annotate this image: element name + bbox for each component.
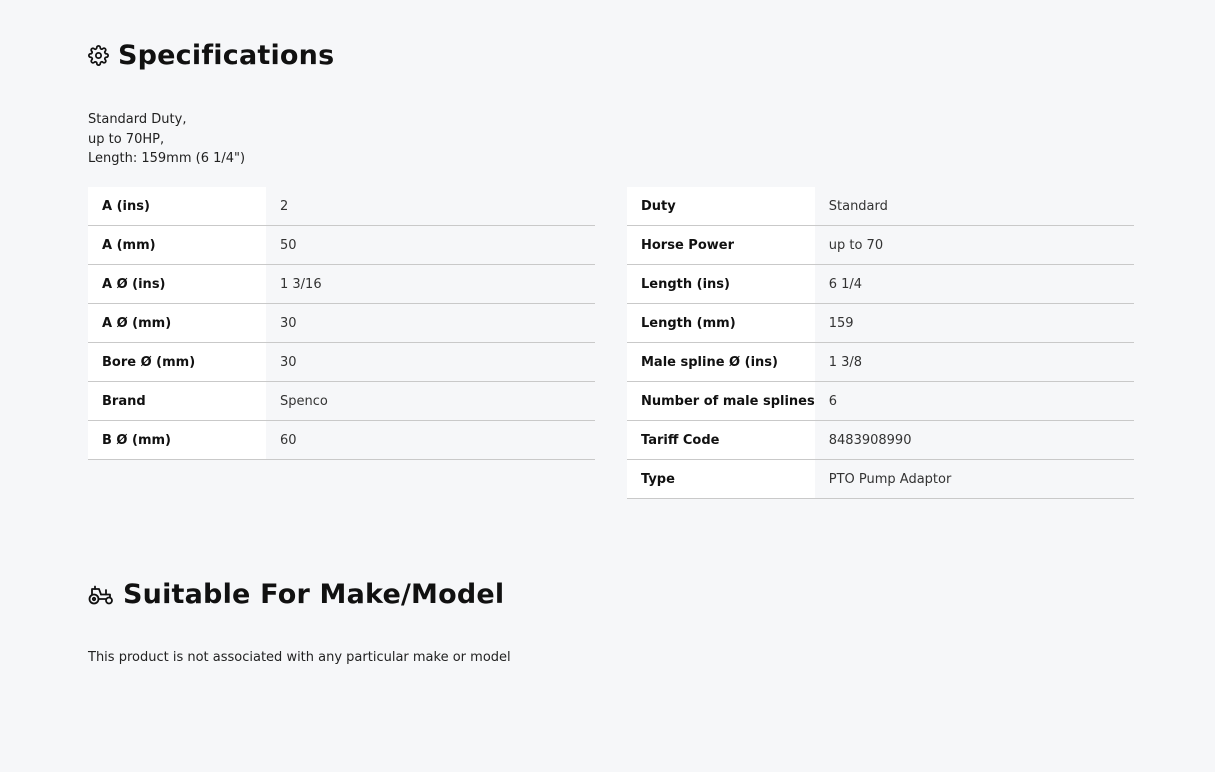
spec-summary-line: Standard Duty,: [88, 112, 187, 127]
spec-value: 2: [266, 187, 595, 226]
spec-key: Bore Ø (mm): [88, 342, 266, 382]
spec-value: 8483908990: [814, 420, 1134, 460]
spec-value: Standard: [814, 187, 1134, 226]
spec-value: 159: [814, 303, 1134, 343]
specifications-heading: Specifications: [88, 40, 334, 71]
spec-value: 6: [814, 381, 1134, 421]
spec-key: Male spline Ø (ins): [627, 342, 815, 382]
spec-key: Number of male splines: [627, 381, 815, 421]
spec-summary-line: up to 70HP,: [88, 131, 165, 147]
table-row: A (ins) 2: [88, 187, 595, 226]
table-row: A Ø (mm) 30: [88, 303, 595, 343]
spec-key: Length (ins): [627, 264, 815, 304]
table-row: Number of male splines 6: [627, 381, 1134, 421]
table-row: Length (mm) 159: [627, 303, 1134, 343]
spec-value: up to 70: [814, 225, 1134, 265]
spec-key: B Ø (mm): [88, 420, 266, 460]
spec-value: PTO Pump Adaptor: [814, 459, 1134, 499]
spec-key: A Ø (ins): [88, 264, 266, 304]
spec-value: 30: [266, 303, 595, 343]
table-row: Male spline Ø (ins) 1 3/8: [627, 342, 1134, 382]
spec-key: A Ø (mm): [88, 303, 266, 343]
gear-icon: [88, 45, 109, 66]
spec-value: 30: [266, 342, 595, 382]
suitable-title: Suitable For Make/Model: [123, 579, 505, 610]
tractor-icon: [88, 584, 114, 606]
table-row: Tariff Code 8483908990: [627, 420, 1134, 460]
spec-value: 1 3/16: [266, 264, 595, 304]
table-row: A Ø (ins) 1 3/16: [88, 264, 595, 304]
spec-table-right: Duty Standard Horse Power up to 70 Length …: [627, 187, 1134, 499]
spec-summary: Standard Duty, up to 70HP, Length: 159mm…: [88, 110, 245, 169]
table-row: Brand Spenco: [88, 381, 595, 421]
suitable-heading: Suitable For Make/Model: [88, 579, 504, 610]
product-details-page: Specifications Standard Duty, up to 70HP…: [0, 0, 1215, 772]
spec-value: Spenco: [266, 381, 595, 421]
spec-key: Tariff Code: [627, 420, 815, 460]
spec-key: Length (mm): [627, 303, 815, 343]
spec-value: 6 1/4: [814, 264, 1134, 304]
spec-value: 1 3/8: [814, 342, 1134, 382]
spec-key: Brand: [88, 381, 266, 421]
table-row: Duty Standard: [627, 187, 1134, 226]
spec-key: A (ins): [88, 187, 266, 226]
table-row: Type PTO Pump Adaptor: [627, 459, 1134, 499]
spec-key: Type: [627, 459, 815, 499]
spec-key: Duty: [627, 187, 815, 226]
table-row: B Ø (mm) 60: [88, 420, 595, 460]
specifications-title: Specifications: [118, 40, 335, 71]
table-row: Bore Ø (mm) 30: [88, 342, 595, 382]
table-row: Length (ins) 6 1/4: [627, 264, 1134, 304]
spec-table-left: A (ins) 2 A (mm) 50 A Ø (ins) 1 3/16 A Ø (m…: [88, 187, 595, 460]
table-row: A (mm) 50: [88, 225, 595, 265]
spec-summary-line: Length: 159mm (6 1/4"): [88, 151, 246, 166]
no-make-model-note: This product is not associated with any …: [88, 650, 511, 665]
table-row: Horse Power up to 70: [627, 225, 1134, 265]
spec-key: Horse Power: [627, 225, 815, 265]
spec-key: A (mm): [88, 225, 266, 265]
spec-value: 50: [266, 225, 595, 265]
spec-value: 60: [266, 420, 595, 460]
